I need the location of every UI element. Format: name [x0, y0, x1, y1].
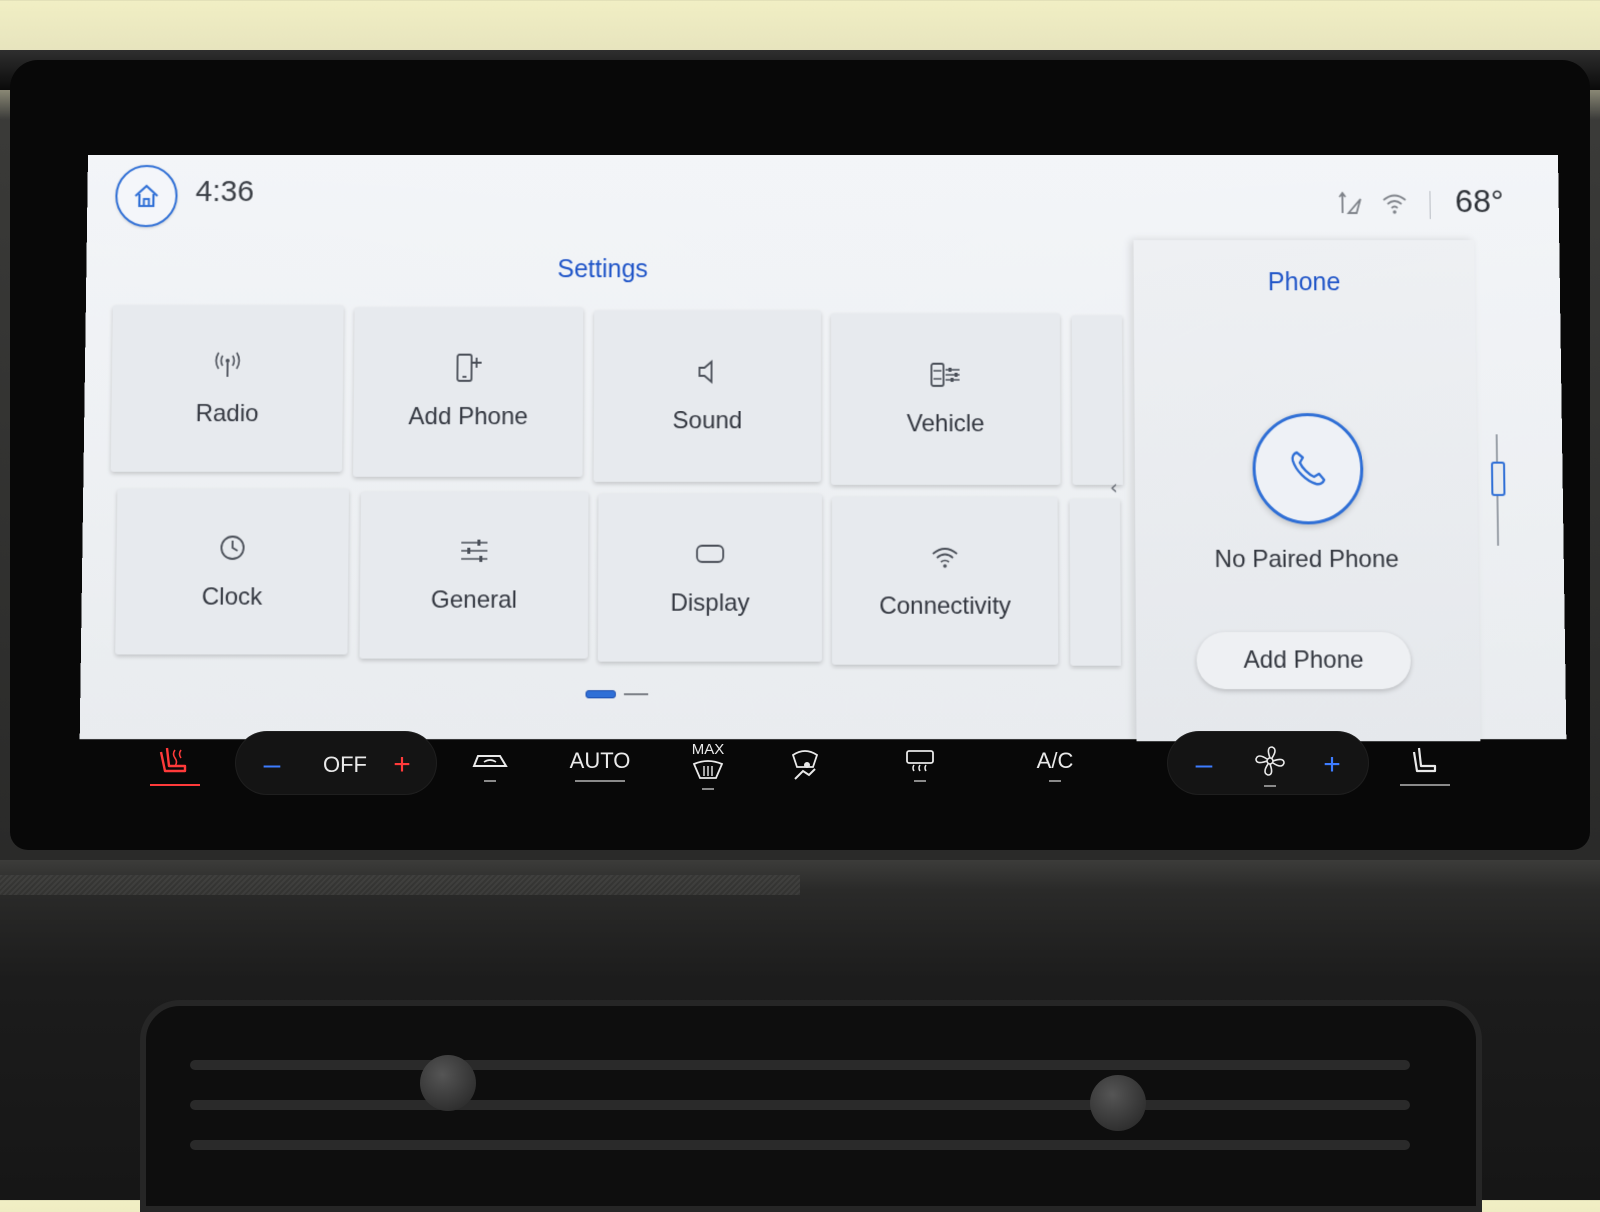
tile-connectivity[interactable]: Connectivity: [832, 497, 1059, 665]
tile-vehicle[interactable]: Vehicle: [831, 313, 1061, 485]
add-phone-button[interactable]: Add Phone: [1196, 632, 1412, 690]
tile-radio[interactable]: Radio: [110, 305, 344, 472]
passenger-seat-button[interactable]: [1395, 720, 1455, 810]
phone-title: Phone: [1267, 268, 1341, 297]
ac-button[interactable]: A/C: [1025, 720, 1085, 810]
heated-seat-level-indicator: [150, 784, 200, 786]
radio-antenna-icon: [212, 349, 242, 379]
sliders-icon: [458, 538, 490, 564]
vent-slat: [190, 1060, 1410, 1070]
max-defrost-button[interactable]: MAX: [678, 720, 738, 810]
vent-knob-right[interactable]: [1090, 1075, 1146, 1131]
tile-label: Clock: [201, 582, 263, 611]
tile-display[interactable]: Display: [597, 494, 822, 662]
tile-label: Display: [670, 588, 750, 617]
tile-clock[interactable]: Clock: [115, 488, 349, 655]
temp-minus-button[interactable]: –: [250, 720, 294, 810]
wifi-status-icon: [1380, 192, 1408, 214]
seat-level-indicator: [1400, 784, 1450, 786]
tile-partial-top[interactable]: [1071, 315, 1123, 485]
vehicle-settings-icon: [928, 360, 962, 390]
fan-minus-button[interactable]: –: [1182, 720, 1226, 810]
phone-panel: Phone No Paired Phone Add Phone: [1133, 240, 1481, 742]
tile-label: Radio: [195, 399, 259, 427]
outside-temperature: 68°: [1454, 182, 1504, 220]
phone-handset-icon: [1286, 446, 1331, 491]
windshield-airflow-button[interactable]: [770, 720, 840, 810]
tile-label: General: [430, 586, 518, 614]
ac-label: A/C: [1036, 748, 1074, 773]
max-label: MAX: [691, 740, 725, 758]
scrollbar-thumb[interactable]: [1490, 461, 1506, 497]
page-indicator: [585, 690, 649, 699]
tile-label: Vehicle: [906, 410, 985, 438]
clock-icon: [218, 533, 247, 561]
tile-partial-bottom[interactable]: [1069, 499, 1121, 666]
heated-seat-icon: [159, 747, 187, 773]
fan-icon: [1255, 746, 1285, 776]
temperature-value: OFF: [323, 752, 367, 777]
settings-title: Settings: [557, 255, 649, 284]
tile-label: Add Phone: [408, 403, 528, 431]
temp-plus-button[interactable]: +: [380, 720, 424, 810]
chevron-left-icon[interactable]: ‹: [1110, 475, 1118, 499]
seat-icon: [1412, 747, 1437, 773]
vent-slat: [190, 1100, 1410, 1110]
page-dot[interactable]: [623, 693, 649, 696]
home-icon: [134, 184, 159, 207]
tile-sound[interactable]: Sound: [593, 310, 821, 482]
status-icons: [1336, 191, 1408, 217]
phone-status: No Paired Phone: [1214, 545, 1400, 574]
add-phone-icon: [452, 352, 484, 384]
climate-control-bar: – OFF + AUTO MAX A/C – +: [60, 720, 1540, 810]
front-defrost-icon: [692, 759, 724, 779]
display-icon: [694, 541, 726, 565]
wifi-icon: [930, 544, 960, 568]
rear-defrost-icon: [906, 750, 934, 772]
vent-knob-left[interactable]: [420, 1055, 476, 1111]
recirculation-button[interactable]: [460, 720, 520, 810]
rear-defrost-button[interactable]: [890, 720, 950, 810]
fan-plus-button[interactable]: +: [1310, 720, 1354, 810]
fan-speed-display: [1240, 720, 1300, 810]
recirculation-icon: [472, 755, 508, 767]
dashboard-trim: [0, 875, 800, 895]
tile-label: Sound: [672, 407, 743, 435]
driver-heated-seat-button[interactable]: [140, 720, 210, 810]
phone-call-button[interactable]: [1252, 413, 1364, 525]
tile-label: Connectivity: [879, 591, 1012, 620]
tile-general[interactable]: General: [359, 491, 589, 659]
home-button[interactable]: [115, 164, 178, 228]
clock-time: 4:36: [195, 174, 255, 209]
vent-slat: [190, 1140, 1410, 1150]
tile-add-phone[interactable]: Add Phone: [353, 307, 584, 477]
page-dot-active[interactable]: [585, 690, 616, 699]
speaker-icon: [693, 358, 721, 386]
infotainment-screen: 4:36 68° Settings Radio Add Phone Sound …: [79, 155, 1567, 742]
status-divider: [1429, 191, 1431, 220]
airflow-windshield-icon: [791, 750, 819, 780]
auto-label: AUTO: [569, 748, 631, 773]
gps-signal-icon: [1336, 191, 1362, 217]
auto-button[interactable]: AUTO: [560, 720, 640, 810]
